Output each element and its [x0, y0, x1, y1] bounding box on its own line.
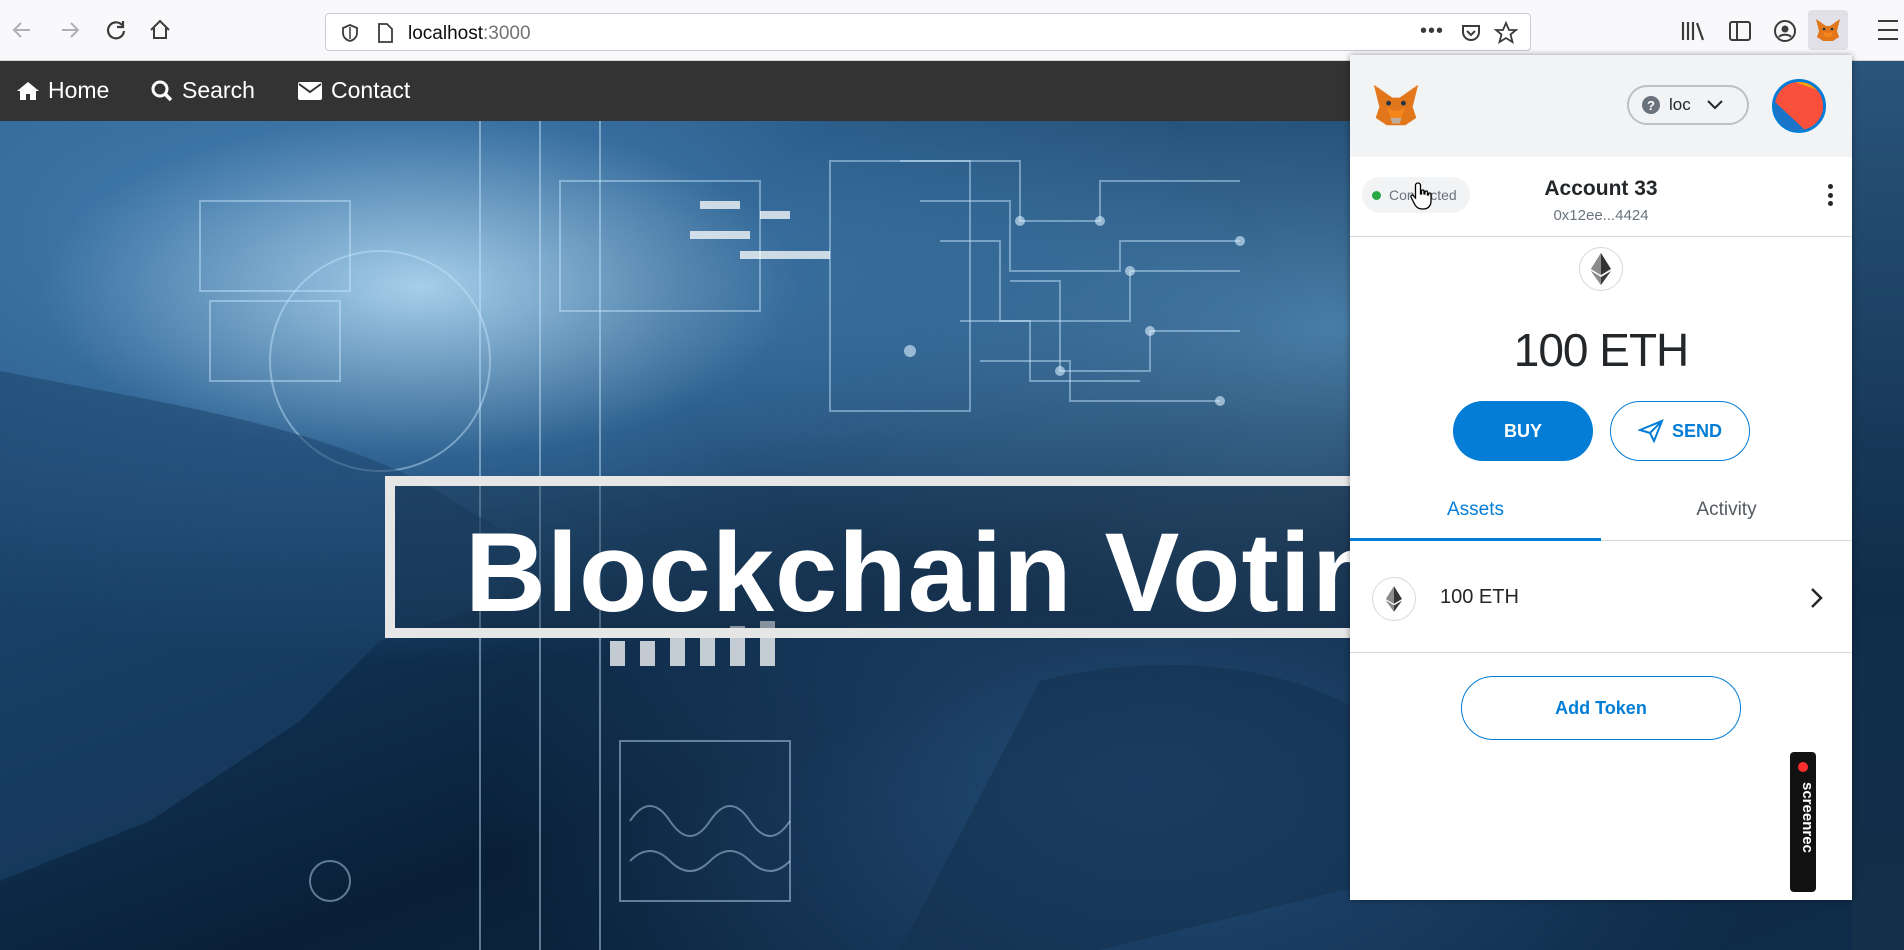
asset-balance-label: 100 ETH [1440, 586, 1519, 608]
browser-toolbar: localhost:3000 ••• [0, 0, 1904, 61]
watermark-text: screenrec [1799, 782, 1816, 853]
home-outline-icon [150, 19, 170, 39]
kebab-menu-icon [1827, 184, 1833, 189]
nav-contact[interactable]: Contact [297, 77, 410, 104]
home-button[interactable] [142, 12, 178, 48]
shield-icon [342, 24, 358, 42]
hamburger-icon-line [1878, 29, 1898, 31]
reload-icon [106, 21, 126, 40]
home-icon [17, 81, 39, 100]
fox-icon [1816, 19, 1840, 41]
page-right-edge [1852, 61, 1904, 950]
metamask-header: ? loc [1350, 55, 1852, 157]
account-address[interactable]: 0x12ee...4424 [1350, 207, 1852, 224]
network-label: loc [1669, 95, 1691, 114]
metamask-popup: ? loc Connected Account 33 0x12ee...4424… [1350, 55, 1852, 900]
nav-search[interactable]: Search [150, 77, 255, 104]
send-button[interactable]: SEND [1610, 401, 1750, 461]
send-arrow-icon [1637, 419, 1664, 443]
sidebar-icon[interactable] [1728, 20, 1752, 42]
hamburger-icon-line [1878, 38, 1898, 40]
search-icon [151, 80, 173, 101]
reload-button[interactable] [98, 12, 134, 48]
url-bar[interactable]: localhost:3000 ••• [325, 13, 1531, 51]
nav-home-label: Home [48, 77, 110, 103]
add-token-button[interactable]: Add Token [1461, 676, 1741, 740]
menu-button[interactable] [1878, 20, 1898, 40]
account-icon[interactable] [1773, 19, 1797, 43]
buy-button[interactable]: BUY [1453, 401, 1593, 461]
back-button[interactable] [4, 12, 40, 48]
recorder-watermark: screenrec [1790, 752, 1816, 892]
metamask-fox-logo[interactable] [1370, 81, 1422, 129]
account-name[interactable]: Account 33 [1350, 177, 1852, 201]
svg-text:?: ? [1647, 98, 1655, 113]
chevron-right-icon [1811, 588, 1823, 608]
chevron-down-icon [1707, 100, 1723, 110]
page-actions-icon[interactable]: ••• [1420, 20, 1444, 43]
ethereum-icon [1591, 253, 1611, 285]
identicon [1775, 82, 1823, 130]
library-icon[interactable] [1680, 20, 1706, 42]
kebab-dot [1827, 192, 1833, 198]
account-avatar[interactable] [1772, 79, 1826, 133]
account-row: Connected Account 33 0x12ee...4424 [1350, 157, 1852, 237]
wallet-tabs: Assets Activity [1350, 485, 1852, 541]
asset-row[interactable]: 100 ETH [1350, 541, 1852, 653]
tab-activity[interactable]: Activity [1601, 485, 1852, 541]
url-text: localhost:3000 [408, 23, 531, 45]
record-dot-icon [1798, 762, 1808, 772]
question-circle-icon: ? [1642, 96, 1660, 114]
hero-title: Blockchain Votin [465, 510, 1382, 635]
asset-token-logo [1372, 577, 1416, 621]
back-arrow-icon [12, 22, 30, 38]
ethereum-icon [1386, 586, 1402, 612]
bookmark-star-icon[interactable] [1494, 21, 1518, 45]
ethereum-logo [1579, 247, 1623, 291]
send-label: SEND [1671, 420, 1722, 441]
nav-home[interactable]: Home [16, 77, 109, 104]
tab-assets[interactable]: Assets [1350, 485, 1601, 541]
pocket-icon[interactable] [1460, 22, 1482, 44]
hamburger-icon [1878, 20, 1898, 22]
network-selector[interactable]: ? loc [1627, 85, 1749, 125]
url-port: :3000 [483, 23, 531, 44]
nav-contact-label: Contact [331, 77, 411, 103]
kebab-dot [1827, 201, 1833, 206]
metamask-extension-button[interactable] [1808, 10, 1848, 50]
forward-arrow-icon [62, 22, 80, 38]
url-host: localhost [408, 23, 483, 44]
envelope-icon [298, 81, 322, 100]
forward-button[interactable] [52, 12, 88, 48]
account-options-button[interactable] [1820, 181, 1840, 209]
nav-search-label: Search [182, 77, 255, 103]
page-icon [378, 23, 393, 43]
account-balance: 100 ETH [1513, 324, 1690, 376]
